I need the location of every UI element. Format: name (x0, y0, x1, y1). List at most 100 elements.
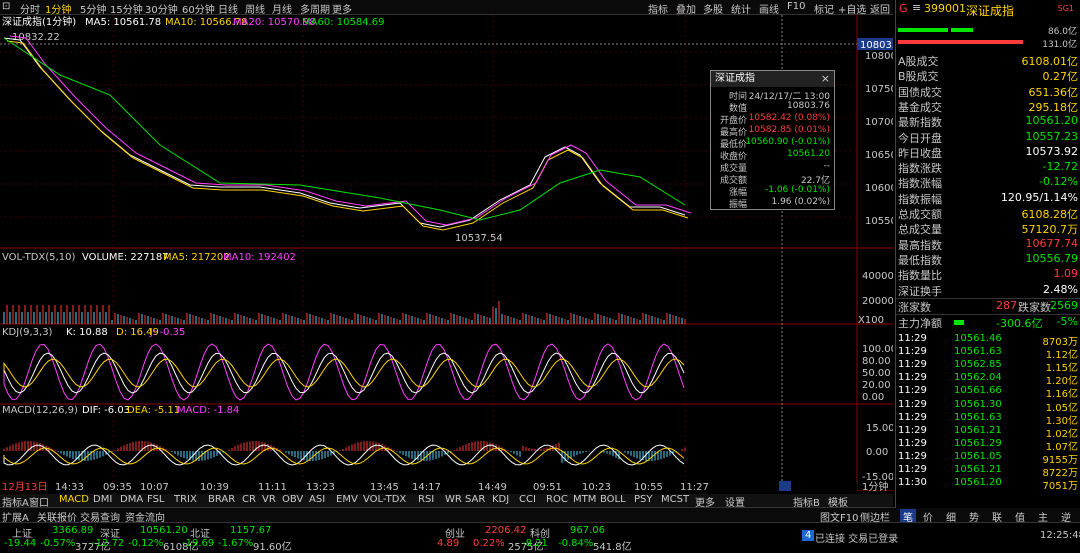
indicator-tab-22[interactable]: PSY (634, 494, 653, 505)
period-tab-0[interactable]: 分时 (20, 1, 40, 16)
tick-row: 11:29 10561.05 9155万 (896, 451, 1080, 466)
kdj-j: J: -0.35 (149, 327, 185, 338)
stat-key: 指数量比 (898, 269, 942, 283)
vol-ma10: MA10: 192402 (223, 252, 296, 263)
lock-icon[interactable]: ⊡ (2, 1, 10, 12)
period-tab-2[interactable]: 5分钟 (80, 1, 106, 16)
x-label: 11:11 (258, 482, 287, 491)
period-tab-10[interactable]: 更多 (332, 1, 352, 16)
indicator-tab-20[interactable]: MTM (573, 494, 596, 505)
indicator-tab-13[interactable]: VOL-TDX (363, 494, 406, 505)
stat-row: A股成交 6108.01亿 (896, 53, 1080, 68)
stat-value: -0.12% (1039, 175, 1078, 189)
toolbar-right-4[interactable]: 画线 (759, 1, 779, 16)
x-label: 14:33 (55, 482, 84, 491)
toolbar-right-5[interactable]: F10 (787, 1, 805, 12)
up-label: 涨家数 (898, 301, 931, 314)
tick-time: 11:29 (898, 372, 927, 384)
period-tab-5[interactable]: 60分钟 (182, 1, 215, 16)
vol-value: VOLUME: 227187 (82, 252, 169, 263)
stat-row: 总成交额 6108.28亿 (896, 206, 1080, 221)
toolbar-right-8[interactable]: 返回 (870, 1, 890, 16)
vol-title: VOL-TDX(5,10) (2, 252, 75, 263)
stat-value: 120.95/1.14% (1000, 190, 1078, 204)
g-icon: G (899, 2, 908, 15)
stat-key: 基金成交 (898, 100, 942, 114)
period-tab-4[interactable]: 30分钟 (145, 1, 178, 16)
indicator-tab-11[interactable]: ASI (309, 494, 325, 505)
period-tab-6[interactable]: 日线 (218, 1, 238, 16)
y-tick: 10650 (865, 150, 893, 161)
stat-key: 最新指数 (898, 116, 942, 130)
indicator-tab-6[interactable]: TRIX (174, 494, 197, 505)
indicator-tab-9[interactable]: VR (262, 494, 276, 505)
tick-time: 11:29 (898, 437, 927, 449)
indicator-tab-12[interactable]: EMV (336, 494, 358, 505)
indicator-tab-15[interactable]: WR (445, 494, 462, 505)
toolbar-right-3[interactable]: 统计 (731, 1, 751, 16)
indicator-tab-4[interactable]: DMA (120, 494, 143, 505)
tick-row: 11:29 10561.66 1.16亿 (896, 385, 1080, 400)
indicator-tab-3[interactable]: DMI (93, 494, 112, 505)
indicator-tab-23[interactable]: MCST (661, 494, 689, 505)
popup-value: 10803.76 (787, 101, 830, 111)
stat-value: 2.48% (1043, 282, 1078, 296)
toolbar-right-6[interactable]: 标记 (814, 1, 834, 16)
kdj-title: KDJ(9,3,3) (2, 327, 53, 338)
indicator-tab-21[interactable]: BOLL (600, 494, 626, 505)
tick-row: 11:29 10561.29 1.07亿 (896, 437, 1080, 453)
stock-code: 399001 (924, 2, 966, 15)
indicator-tab-8[interactable]: CR (242, 494, 256, 505)
kdj-tick: 80.00 (862, 356, 891, 367)
x-label: 10:39 (200, 482, 229, 491)
x-label: 09:51 (533, 482, 562, 491)
tick-time: 11:29 (898, 411, 927, 423)
indicator-tab-17[interactable]: KDJ (492, 494, 509, 505)
stat-key: 指数涨幅 (898, 177, 942, 191)
stat-value: 57120.7万 (1021, 223, 1079, 237)
indicator-tab-2[interactable]: MACD (59, 494, 89, 505)
period-tab-8[interactable]: 月线 (272, 1, 292, 16)
conn-status[interactable]: 已连接 交易已登录 (815, 530, 898, 545)
toolbar-right-1[interactable]: 叠加 (676, 1, 696, 16)
close-icon[interactable]: × (821, 72, 830, 85)
stat-row: 最高指数 10677.74 (896, 237, 1080, 252)
tick-amount: 7051万 (1042, 481, 1078, 493)
toolbar-right-2[interactable]: 多股 (703, 1, 723, 16)
indicator-tab-10[interactable]: OBV (282, 494, 303, 505)
x-label: 12月13日 (2, 481, 47, 491)
tick-row: 11:30 10561.20 7051万 (896, 477, 1080, 493)
period-tab-7[interactable]: 周线 (245, 1, 265, 16)
stat-value: 295.18亿 (1028, 100, 1079, 114)
indicator-tab-18[interactable]: CCI (519, 494, 536, 505)
indicator-tab-7[interactable]: BRAR (208, 494, 235, 505)
menu-icon[interactable]: ≡ (912, 1, 921, 14)
period-tab-9[interactable]: 多周期 (300, 1, 330, 16)
tick-price: 10562.85 (954, 359, 1002, 371)
macd-tick-0: 15.00 (866, 423, 893, 434)
net-label: 主力净额 (898, 317, 942, 330)
popup-row: 涨幅 -1.06 (-0.01%) (711, 185, 834, 198)
popup-value: 10560.90 (-0.01%) (745, 137, 830, 147)
indicator-tab-19[interactable]: ROC (546, 494, 568, 505)
kdj-tick: 0.00 (862, 392, 884, 403)
period-tab-1[interactable]: 1分钟 (45, 1, 71, 16)
indicator-tab-5[interactable]: FSL (147, 494, 165, 505)
toolbar-right-7[interactable]: +自选 (838, 1, 866, 16)
indicator-tab-16[interactable]: SAR (465, 494, 485, 505)
popup-value: 10582.85 (0.01%) (748, 125, 830, 135)
period-tab-3[interactable]: 15分钟 (110, 1, 143, 16)
stat-key: A股成交 (898, 55, 939, 68)
status-pct-0: -0.57% (40, 538, 76, 549)
kdj-tick: 50.00 (862, 368, 891, 379)
toolbar-right-0[interactable]: 指标 (648, 1, 668, 16)
status-chg-1: -12.72 (92, 538, 125, 549)
popup-value: 10582.42 (0.08%) (748, 113, 830, 123)
tick-time: 11:29 (898, 359, 927, 371)
tick-price: 10561.21 (954, 464, 1002, 475)
popup-row: 开盘价 10582.42 (0.08%) (711, 113, 834, 126)
vol-tick-0: 40000 (862, 271, 893, 282)
cursor-x-box (779, 481, 791, 491)
indicator-tab-14[interactable]: RSI (418, 494, 434, 505)
status-val-4: 967.06 (570, 525, 605, 536)
